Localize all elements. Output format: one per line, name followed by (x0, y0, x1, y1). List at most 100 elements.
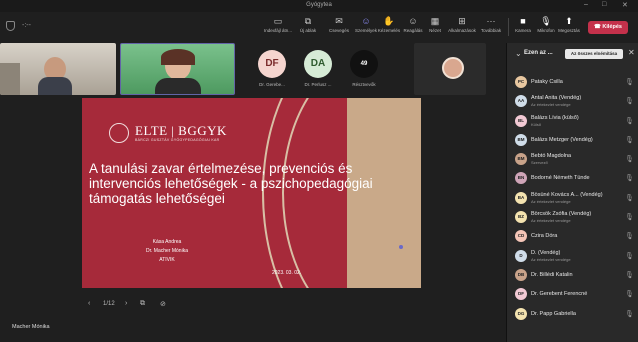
apps-icon: ⊞ (458, 16, 466, 26)
panel-title: Ezen az ... (524, 50, 553, 56)
window-title: Gyógytea (306, 2, 332, 8)
mic-off-icon[interactable]: 🎙 (625, 97, 634, 105)
participant-name: Czira Dóra (531, 233, 558, 240)
avatar (442, 57, 464, 79)
mic-off-icon[interactable]: 🎙 (625, 252, 634, 260)
video-tile-3[interactable] (414, 43, 486, 95)
avatar: BM (515, 153, 527, 166)
apps-button[interactable]: ⊞ Alkalmazások (446, 15, 478, 33)
panel-header: ⌄ Ezen az ... Az összes elnémítása ✕ (507, 43, 638, 65)
mic-off-icon[interactable]: 🎙 (625, 78, 634, 86)
mic-off-icon[interactable]: 🎙 (625, 194, 634, 202)
slide-counter: 1/12 (103, 301, 115, 307)
participant-role: Az értekezlet vendége (531, 102, 571, 108)
avatar: DF (515, 288, 527, 301)
university-seal-icon (109, 123, 129, 143)
participant-role: Az értekezlet vendége (531, 198, 571, 204)
participant-name: Pataky Csilla (531, 79, 563, 85)
slide-logo-sub: BÁRCZI GUSZTÁV GYÓGYPEDAGÓGIAI KAR (135, 138, 220, 142)
prev-slide-icon[interactable]: ‹ (88, 300, 90, 307)
avatar: DG (515, 307, 527, 320)
video-tile-1[interactable] (0, 43, 116, 95)
leave-button[interactable]: ☎ Kilépés (588, 21, 628, 34)
apps-label: Alkalmazások (448, 28, 476, 33)
close-window-icon[interactable]: ✕ (622, 1, 628, 9)
share-icon: ⬆ (565, 16, 573, 26)
participant-row[interactable]: DB Dr. Billédi Katalin 🎙 (507, 266, 638, 285)
mute-all-button[interactable]: Az összes elnémítása (565, 49, 623, 59)
participant-name: Balázs Metzger (Vendég) (531, 136, 593, 143)
overflow-count[interactable]: 49 (350, 50, 378, 78)
participant-name: Antal Anita (Vendég) (531, 95, 582, 102)
mic-off-icon[interactable]: 🎙 (625, 290, 634, 298)
participant-role: Az értekezlet vendége (531, 218, 571, 224)
avatar[interactable]: DA (304, 50, 332, 78)
slide-author: ATIVIK (159, 257, 175, 263)
participant-row[interactable]: BM Balázs Metzger (Vendég) 🎙 (507, 131, 638, 150)
close-icon[interactable]: ✕ (628, 48, 635, 57)
document-icon: ▭ (273, 16, 283, 26)
hide-presenter-icon[interactable]: ⊘ (160, 300, 166, 308)
more-button[interactable]: ··· Továbbiak (475, 15, 507, 33)
participant-row[interactable]: PC Pataky Csilla 🎙 (507, 73, 638, 92)
slide-date: 2023. 03. 02. (272, 270, 302, 276)
mic-off-icon[interactable]: 🎙 (625, 271, 634, 279)
participant-name: D. (Vendég) (531, 249, 561, 256)
mic-off-icon[interactable]: 🎙 (625, 232, 634, 240)
background-object (0, 63, 20, 95)
new-window-icon: ⧉ (304, 16, 312, 26)
title-bar: Gyógytea – □ ✕ (0, 0, 638, 12)
mic-off-icon[interactable]: 🎙 (625, 310, 634, 318)
slide-author: Dr. Macher Mónika (146, 248, 188, 254)
participant-name: Börcsök Zsófia (Vendég) (531, 211, 592, 218)
overflow-label: Résztvevők (352, 82, 376, 87)
participant-body (38, 77, 72, 95)
participant-name: Dr. Gerebent Ferencné (531, 291, 588, 298)
participant-row[interactable]: AA Antal Anita (Vendég) Az értekezlet vend… (507, 92, 638, 111)
new-window-label: Új ablak (299, 28, 317, 33)
participant-row[interactable]: D D. (Vendég) Az értekezlet vendége 🎙 (507, 247, 638, 266)
more-icon: ··· (486, 16, 496, 26)
participant-body (155, 78, 201, 94)
participant-row[interactable]: DG Dr. Papp Gabriella 🎙 (507, 305, 638, 324)
maximize-icon[interactable]: □ (602, 1, 606, 8)
video-tile-2[interactable] (120, 43, 235, 95)
chevron-down-icon[interactable]: ⌄ (515, 49, 522, 58)
meeting-toolbar: -:-- ▭ Indexfájl átn... ⧉ Új ablak ✉ Cseveg… (0, 12, 638, 42)
avatar: BL (515, 114, 527, 127)
shared-slide: ELTE | BGGYK BÁRCZI GUSZTÁV GYÓGYPEDAGÓG… (82, 98, 421, 288)
avatar: PC (515, 76, 527, 88)
new-window-button[interactable]: ⧉ Új ablak (292, 15, 324, 33)
participant-hair (161, 49, 195, 65)
share-button[interactable]: ⬆ Megosztás (553, 15, 585, 33)
mic-off-icon[interactable]: 🎙 (625, 117, 634, 125)
sync-slides-icon[interactable]: ⧉ (140, 300, 145, 308)
avatar: BM (515, 133, 527, 146)
participant-row[interactable]: BM Bebtó Magdolna Szervező 🎙 (507, 150, 638, 169)
avatar[interactable]: DF (258, 50, 286, 78)
participants-panel: ⌄ Ezen az ... Az összes elnémítása ✕ PC P… (506, 43, 638, 342)
mic-off-icon[interactable]: 🎙 (625, 155, 634, 163)
meeting-timer: -:-- (22, 22, 31, 29)
next-slide-icon[interactable]: › (125, 300, 127, 307)
participant-row[interactable]: BA Bösüné Kovács A... (Vendég) Az értekezl… (507, 189, 638, 208)
participant-row[interactable]: BL Balázs Lívia (külső) Külső 🎙 (507, 112, 638, 131)
shield-icon (6, 21, 15, 31)
avatar: BN (515, 172, 527, 185)
participant-row[interactable]: CD Czira Dóra 🎙 (507, 227, 638, 246)
participant-row[interactable]: BZ Börcsök Zsófia (Vendég) Az értekezlet v… (507, 208, 638, 227)
avatar: BZ (515, 211, 527, 224)
avatar: BA (515, 191, 527, 204)
share-label: Megosztás (558, 28, 580, 33)
mic-off-icon[interactable]: 🎙 (625, 213, 634, 221)
tile-name: Dr. Perlusz ... (304, 82, 332, 87)
participant-row[interactable]: BN Bodorné Németh Tünde 🎙 (507, 169, 638, 188)
minimize-icon[interactable]: – (584, 1, 588, 8)
mic-off-icon[interactable]: 🎙 (625, 174, 634, 182)
document-button[interactable]: ▭ Indexfájl átn... (262, 15, 294, 33)
participant-name: Bebtó Magdolna (531, 153, 572, 160)
participant-row[interactable]: DF Dr. Gerebent Ferencné 🎙 (507, 285, 638, 304)
avatar: CD (515, 230, 527, 243)
slide-logo: ELTE | BGGYK (135, 123, 227, 138)
mic-off-icon[interactable]: 🎙 (625, 136, 634, 144)
